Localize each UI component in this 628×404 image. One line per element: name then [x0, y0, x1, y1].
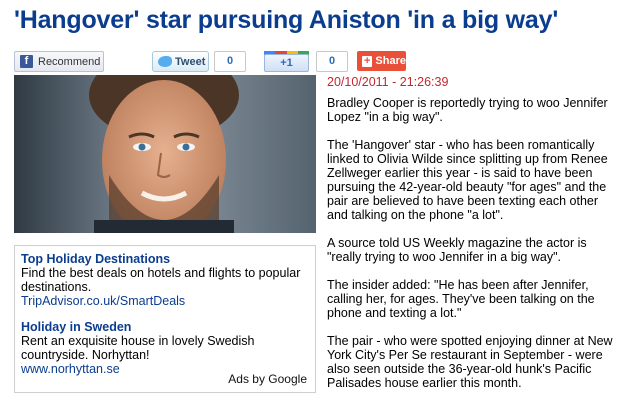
- share-label: Share: [375, 55, 406, 67]
- ad-title[interactable]: Top Holiday Destinations: [21, 252, 309, 266]
- tweet-label: Tweet: [175, 55, 206, 68]
- plus-icon: +: [362, 54, 373, 67]
- article-body: 20/10/2011 - 21:26:39 Bradley Cooper is …: [327, 75, 619, 404]
- ad-url[interactable]: TripAdvisor.co.uk/SmartDeals: [21, 294, 309, 308]
- article-headline: 'Hangover' star pursuing Aniston 'in a b…: [14, 6, 559, 34]
- share-button[interactable]: + Share: [357, 51, 406, 71]
- article-paragraph: A source told US Weekly magazine the act…: [327, 236, 587, 264]
- ads-by-google-link[interactable]: Ads by Google: [228, 372, 307, 386]
- article-timestamp: 20/10/2011 - 21:26:39: [327, 75, 449, 89]
- facebook-recommend-button[interactable]: f Recommend: [14, 51, 104, 72]
- plusone-count: 0: [316, 51, 348, 72]
- ad-item[interactable]: Top Holiday Destinations Find the best d…: [21, 252, 309, 308]
- article-paragraph: The insider added: "He has been after Je…: [327, 278, 595, 320]
- twitter-bird-icon: [158, 56, 172, 67]
- article-photo: [14, 75, 316, 233]
- article-paragraph: The 'Hangover' star - who has been roman…: [327, 138, 608, 222]
- facebook-recommend-label: Recommend: [38, 55, 101, 68]
- tweet-button[interactable]: Tweet: [152, 51, 209, 72]
- facebook-icon: f: [20, 55, 33, 68]
- tweet-count: 0: [214, 51, 246, 72]
- google-plusone-button[interactable]: +1: [264, 51, 309, 72]
- ad-description: Rent an exquisite house in lovely Swedis…: [21, 334, 255, 362]
- plusone-label: +1: [264, 54, 309, 72]
- article-paragraph: Bradley Cooper is reportedly trying to w…: [327, 96, 608, 124]
- google-ads-box: Top Holiday Destinations Find the best d…: [14, 245, 316, 393]
- ad-title[interactable]: Holiday in Sweden: [21, 320, 309, 334]
- portrait-image-icon: [14, 75, 316, 233]
- share-bar: f Recommend Tweet 0 +1 0 + Share: [14, 51, 614, 72]
- article-paragraph: The pair - who were spotted enjoying din…: [327, 334, 613, 390]
- ad-description: Find the best deals on hotels and flight…: [21, 266, 301, 294]
- ad-item[interactable]: Holiday in Sweden Rent an exquisite hous…: [21, 320, 309, 376]
